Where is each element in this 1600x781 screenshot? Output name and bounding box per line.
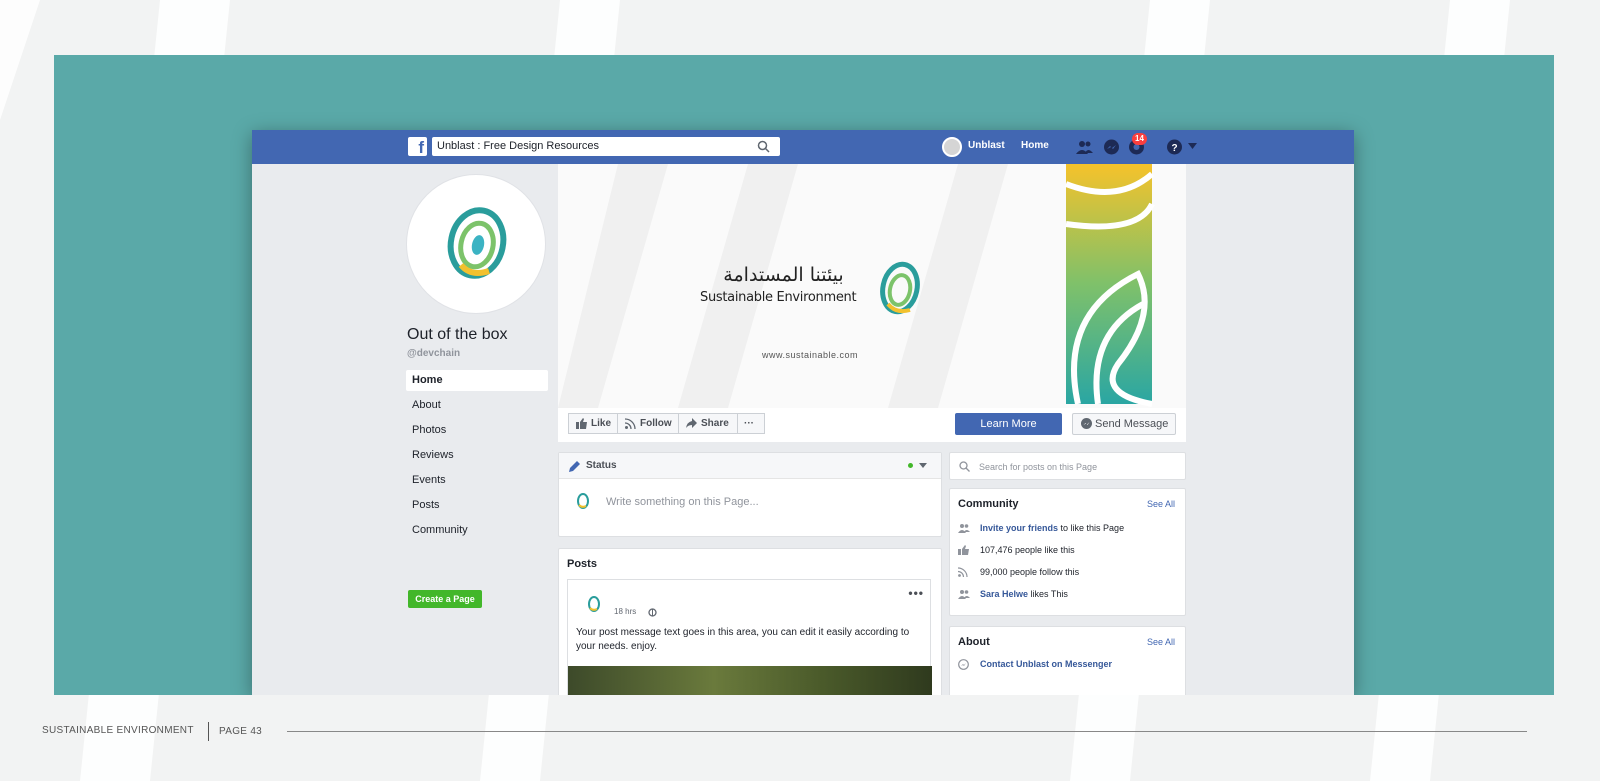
invite-row: Invite your friends to like this Page — [958, 523, 1124, 533]
thumbs-up-icon — [576, 418, 587, 429]
friends-icon — [958, 590, 970, 599]
follows-count: 99,000 people follow this — [980, 567, 1080, 577]
page-action-bar: Like Follow Share ··· Learn More Send Me… — [558, 408, 1186, 442]
status-composer[interactable]: Status Write something on this Page... — [558, 452, 942, 537]
help-icon[interactable]: ? — [1166, 139, 1183, 155]
cover-url: www.sustainable.com — [762, 350, 859, 360]
pencil-icon — [569, 461, 580, 472]
sustainable-logo-icon — [447, 207, 507, 279]
avatar[interactable] — [942, 137, 962, 157]
learn-more-button[interactable]: Learn More — [955, 413, 1062, 435]
post-text: Your post message text goes in this area… — [576, 627, 910, 652]
about-panel: About See All Contact Unblast on Messeng… — [949, 626, 1186, 695]
svg-text:?: ? — [1171, 143, 1177, 154]
chevron-down-icon[interactable] — [1188, 143, 1197, 150]
footer-document-title: SUSTAINABLE ENVIRONMENT — [42, 725, 194, 736]
messenger-contact-row: Contact Unblast on Messenger — [958, 659, 1112, 670]
likes-row: 107,476 people like this — [958, 545, 1075, 555]
facebook-icon[interactable]: f — [408, 137, 427, 156]
friend-likes-text: likes This — [1028, 589, 1068, 599]
create-page-button[interactable]: Create a Page — [408, 590, 482, 608]
cover-photo[interactable]: بيئتنا المستدامة Sustainable Environment… — [558, 164, 1186, 408]
friend-likes-row: Sara Helwe likes This — [958, 589, 1068, 599]
sidebar-item-reviews[interactable]: Reviews — [406, 445, 548, 466]
page-search-placeholder: Search for posts on this Page — [979, 462, 1098, 472]
footer-divider — [208, 722, 209, 741]
post-card: ••• 18 hrs Your post message text goes i… — [567, 579, 932, 695]
thumbs-up-icon — [958, 545, 969, 555]
home-link[interactable]: Home — [1021, 140, 1049, 151]
likes-count: 107,476 people like this — [980, 545, 1075, 555]
composer-placeholder: Write something on this Page... — [606, 496, 759, 508]
share-label: Share — [701, 418, 729, 429]
footer-rule — [287, 731, 1527, 732]
search-icon[interactable] — [757, 140, 770, 153]
friend-name-link[interactable]: Sara Helwe — [980, 589, 1028, 599]
search-icon — [959, 461, 970, 472]
sidebar-item-posts[interactable]: Posts — [406, 495, 548, 516]
facebook-topbar: f Unblast : Free Design Resources Unblas… — [252, 130, 1354, 164]
about-see-all-link[interactable]: See All — [1147, 637, 1175, 647]
community-see-all-link[interactable]: See All — [1147, 499, 1175, 509]
post-avatar-icon — [588, 596, 600, 612]
footer-page-number: PAGE 43 — [219, 726, 263, 737]
follows-row: 99,000 people follow this — [958, 567, 1079, 577]
page-handle: @devchain — [407, 348, 461, 359]
share-button[interactable]: Share — [678, 413, 738, 434]
like-label: Like — [591, 418, 612, 429]
profile-link[interactable]: Unblast — [968, 140, 1005, 151]
send-message-button[interactable]: Send Message — [1072, 413, 1176, 435]
notification-badge: 14 — [1132, 133, 1147, 145]
messenger-contact-link[interactable]: Contact Unblast on Messenger — [980, 659, 1112, 669]
post-timestamp: 18 hrs — [614, 607, 637, 616]
invite-text: to like this Page — [1058, 523, 1125, 533]
online-dot-icon — [908, 463, 913, 468]
posts-section: Posts ••• 18 hrs Your post message text … — [558, 548, 942, 695]
sidebar-item-events[interactable]: Events — [406, 470, 548, 491]
globe-icon — [648, 608, 657, 617]
invite-friends-link[interactable]: Invite your friends — [980, 523, 1058, 533]
more-options-button[interactable]: ··· — [737, 413, 765, 434]
posts-heading: Posts — [567, 558, 597, 570]
messenger-icon[interactable] — [1103, 139, 1120, 155]
rss-icon — [958, 567, 968, 577]
friends-icon[interactable] — [1076, 139, 1093, 155]
friends-icon — [958, 524, 970, 533]
follow-button[interactable]: Follow — [617, 413, 679, 434]
community-title: Community — [958, 498, 1019, 510]
messenger-icon — [958, 659, 969, 670]
page-avatar-icon — [577, 493, 589, 509]
mockup-frame: f Unblast : Free Design Resources Unblas… — [54, 55, 1554, 695]
like-button[interactable]: Like — [568, 413, 618, 434]
share-arrow-icon — [686, 418, 697, 428]
status-tab[interactable]: Status — [559, 453, 941, 479]
sidebar-item-community[interactable]: Community — [406, 520, 548, 541]
rss-icon — [625, 418, 636, 429]
community-panel: Community See All Invite your friends to… — [949, 488, 1186, 616]
sidebar-item-about[interactable]: About — [406, 395, 548, 416]
post-options-icon[interactable]: ••• — [908, 586, 924, 600]
sidebar-item-photos[interactable]: Photos — [406, 420, 548, 441]
cover-logo-icon — [880, 261, 920, 315]
cover-english-title: Sustainable Environment — [700, 290, 857, 305]
profile-picture[interactable] — [406, 174, 546, 314]
facebook-page-mockup: f Unblast : Free Design Resources Unblas… — [252, 130, 1354, 695]
cover-artwork — [558, 164, 1155, 408]
chevron-down-icon[interactable] — [919, 463, 927, 469]
search-input[interactable]: Unblast : Free Design Resources — [432, 137, 780, 156]
follow-label: Follow — [640, 418, 672, 429]
post-image[interactable] — [568, 666, 932, 695]
search-value: Unblast : Free Design Resources — [437, 140, 600, 152]
messenger-icon — [1081, 418, 1092, 429]
send-message-label: Send Message — [1095, 418, 1169, 430]
sidebar-item-home[interactable]: Home — [406, 370, 548, 391]
page-title: Out of the box — [407, 326, 508, 343]
about-title: About — [958, 636, 990, 648]
status-label: Status — [586, 460, 617, 471]
cover-arabic-title: بيئتنا المستدامة — [723, 264, 844, 286]
page-post-search[interactable]: Search for posts on this Page — [949, 452, 1186, 480]
